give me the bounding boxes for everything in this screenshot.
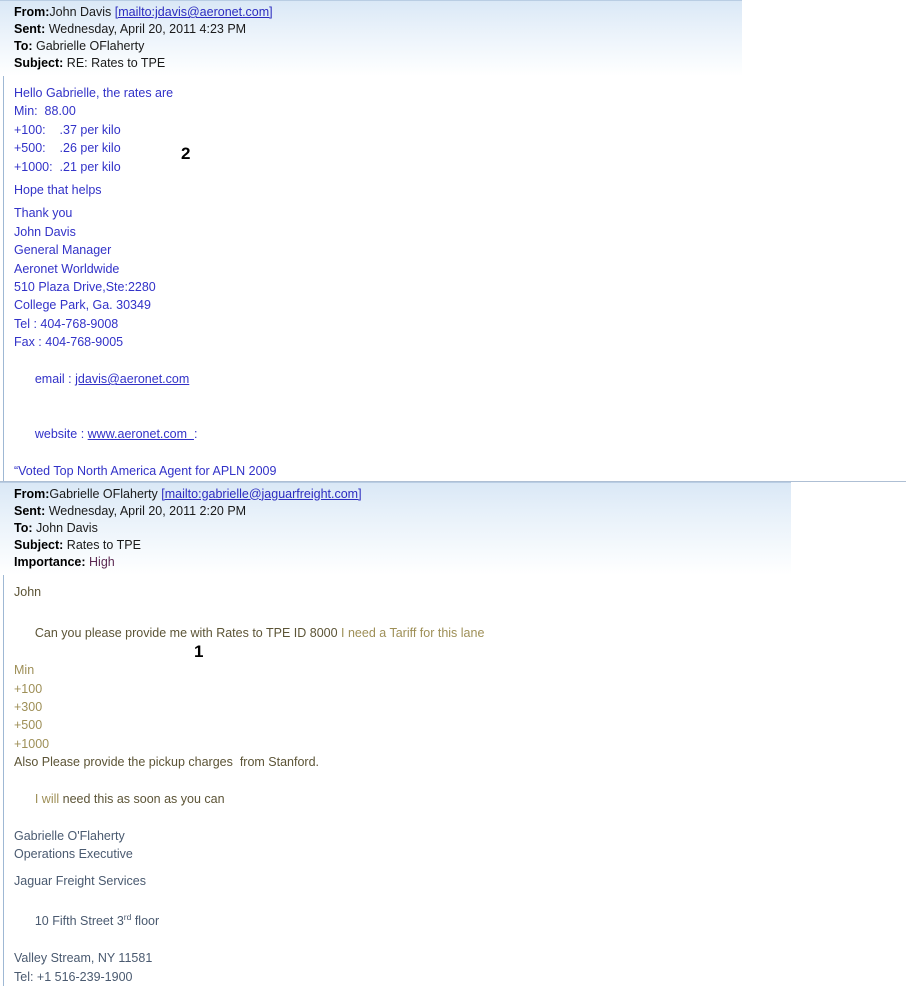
- importance-label: Importance:: [14, 554, 86, 569]
- rate-line-min: Min: 88.00: [14, 104, 76, 119]
- signature-website-suffix: :: [193, 427, 198, 442]
- to-label: To:: [14, 520, 33, 535]
- from-line: From:Gabrielle OFlaherty [mailto:gabriel…: [14, 486, 791, 503]
- reply-message-body: Hello Gabrielle, the rates are Min: 88.0…: [0, 76, 906, 481]
- from-value: John Davis: [49, 5, 115, 19]
- urgency-part-one: I will: [34, 792, 60, 806]
- to-value: Gabrielle OFlaherty: [36, 39, 145, 53]
- importance-line: Importance: High: [14, 554, 791, 571]
- to-line: To: Gabrielle OFlaherty: [14, 38, 742, 55]
- address-street-pre: 10 Fifth Street 3: [34, 914, 124, 929]
- signature-website-label: website :: [34, 427, 88, 442]
- sent-value: Wednesday, April 20, 2011 2:20 PM: [48, 503, 247, 518]
- address-street-ordinal: rd: [123, 912, 132, 923]
- subject-value: RE: Rates to TPE: [66, 56, 166, 70]
- urgency-part-two: need this as soon as you can: [59, 792, 225, 806]
- signature-email-link[interactable]: jdavis@aeronet.com: [75, 372, 189, 386]
- company-address-street: 10 Fifth Street 3rd floor: [14, 890, 906, 949]
- thanks-line: Thank you: [14, 206, 73, 221]
- from-value: Gabrielle OFlaherty: [49, 486, 162, 501]
- subject-line: Subject: RE: Rates to TPE: [14, 55, 742, 72]
- signature-city: College Park, Ga. 30349: [14, 298, 151, 313]
- sent-line: Sent: Wednesday, April 20, 2011 2:20 PM: [14, 503, 791, 520]
- signature-tel: Tel : 404-768-9008: [14, 316, 119, 331]
- from-label: From:: [14, 5, 50, 19]
- subject-value: Rates to TPE: [66, 537, 141, 552]
- signature-street: 510 Plaza Drive,Ste:2280: [14, 280, 156, 295]
- importance-value: High: [89, 554, 115, 569]
- signature-title: General Manager: [14, 243, 112, 258]
- subject-label: Subject:: [14, 56, 64, 70]
- break-line-100: +100: [14, 681, 43, 696]
- rate-line-1000: +1000: .21 per kilo: [14, 159, 121, 174]
- signature-company: Aeronet Worldwide: [14, 261, 120, 276]
- to-line: To: John Davis: [14, 520, 791, 537]
- request-part-one: Can you please provide me with Rates to …: [34, 626, 342, 641]
- break-line-500: +500: [14, 718, 43, 733]
- signature-email-line: email : jdavis@aeronet.com: [14, 352, 906, 407]
- sent-line: Sent: Wednesday, April 20, 2011 4:23 PM: [14, 21, 742, 38]
- signer-title: Operations Executive: [14, 847, 133, 862]
- signature-fax: Fax : 404-768-9005: [14, 335, 124, 350]
- company-name: Jaguar Freight Services: [14, 873, 147, 888]
- closing-line: Hope that helps: [14, 183, 102, 198]
- urgency-line: I will need this as soon as you can: [14, 772, 906, 827]
- reply-message-header: From:John Davis [mailto:jdavis@aeronet.c…: [0, 0, 742, 76]
- signature-website-line: website : www.aeronet.com :: [14, 407, 906, 462]
- signature-tagline: “Voted Top North America Agent for APLN …: [14, 464, 277, 479]
- break-line-1000: +1000: [14, 736, 50, 751]
- company-telephone: Tel: +1 516-239-1900: [14, 969, 133, 984]
- greeting-line: Hello Gabrielle, the rates are: [14, 86, 174, 100]
- annotation-marker-1: 1: [194, 641, 204, 661]
- sent-label: Sent:: [14, 22, 46, 36]
- annotation-marker-2: 2: [181, 144, 191, 163]
- from-label: From:: [14, 486, 50, 501]
- break-line-300: +300: [14, 699, 43, 714]
- original-message: From:Gabrielle OFlaherty [mailto:gabriel…: [0, 481, 906, 986]
- salutation-line: John: [14, 584, 42, 599]
- subject-line: Subject: Rates to TPE: [14, 537, 791, 554]
- signer-name: Gabrielle O'Flaherty: [14, 828, 125, 843]
- pickup-request-line: Also Please provide the pickup charges f…: [14, 755, 320, 770]
- signature-email-label: email :: [34, 372, 76, 387]
- address-street-post: floor: [131, 914, 160, 929]
- from-mailto-link[interactable]: [mailto:gabrielle@jaguarfreight.com]: [161, 487, 361, 501]
- original-message-body: John Can you please provide me with Rate…: [0, 575, 906, 986]
- to-value: John Davis: [36, 520, 98, 535]
- sent-value: Wednesday, April 20, 2011 4:23 PM: [48, 22, 247, 36]
- rate-line-100: +100: .37 per kilo: [14, 122, 121, 137]
- from-mailto-link[interactable]: [mailto:jdavis@aeronet.com]: [115, 5, 273, 19]
- signature-website-link[interactable]: www.aeronet.com: [88, 427, 194, 441]
- reply-message: From:John Davis [mailto:jdavis@aeronet.c…: [0, 0, 906, 481]
- company-address-city: Valley Stream, NY 11581: [14, 951, 153, 966]
- to-label: To:: [14, 39, 33, 53]
- break-line-min: Min: [14, 663, 35, 678]
- request-part-two: I need a Tariff for this lane: [341, 626, 485, 641]
- original-message-header: From:Gabrielle OFlaherty [mailto:gabriel…: [0, 481, 791, 575]
- sent-label: Sent:: [14, 503, 46, 518]
- signature-name: John Davis: [14, 224, 76, 239]
- rate-line-500: +500: .26 per kilo: [14, 141, 121, 156]
- from-line: From:John Davis [mailto:jdavis@aeronet.c…: [14, 4, 742, 21]
- request-line: Can you please provide me with Rates to …: [14, 606, 906, 661]
- subject-label: Subject:: [14, 537, 64, 552]
